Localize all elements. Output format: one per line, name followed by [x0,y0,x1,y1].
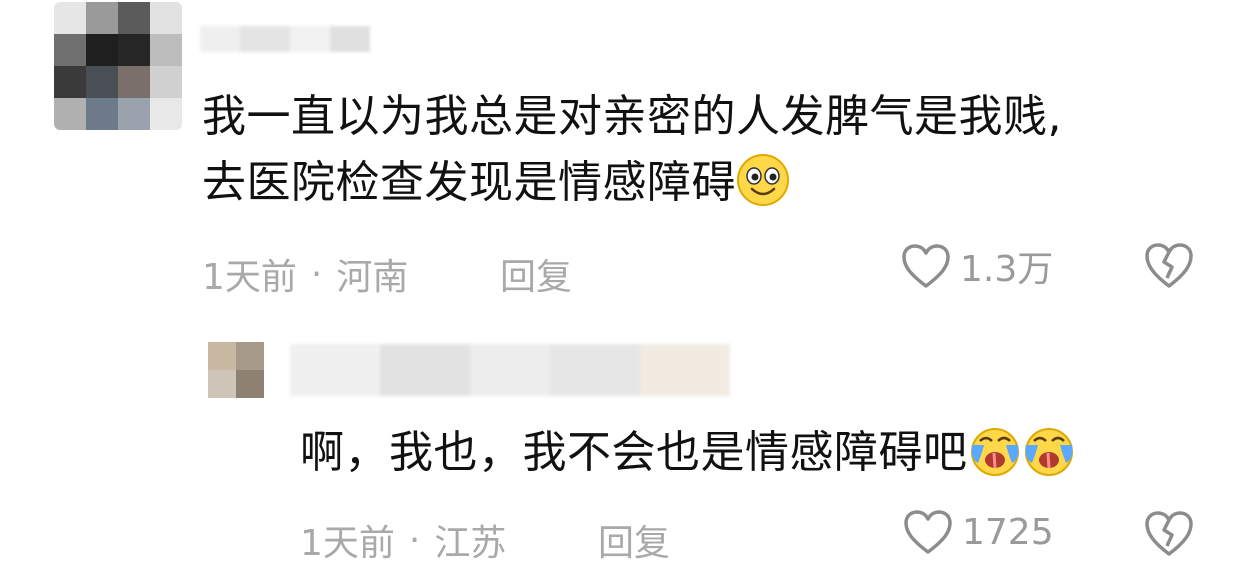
heart-outline-icon [902,244,950,288]
username-blurred[interactable] [200,26,370,52]
comment-meta: 1天前 · 江苏 [300,514,506,566]
broken-heart-icon[interactable] [1142,508,1196,558]
heart-outline-icon [904,510,952,554]
like-count: 1.3万 [960,249,1054,290]
avatar[interactable] [54,2,182,130]
like-button[interactable]: 1725 [902,508,1054,556]
crying-emoji-icon [1024,428,1073,476]
reply-button[interactable]: 回复 [598,514,670,566]
crying-emoji-icon [970,428,1019,476]
username-blurred[interactable] [290,344,730,396]
separator-dot: · [310,253,323,295]
comment-text: 啊，我也，我不会也是情感障碍吧 [300,422,1076,484]
comment-time: 1天前 [202,257,297,298]
comment-time: 1天前 [300,523,395,564]
comment-item: 我一直以为我总是对亲密的人发脾气是我贱, 去医院检查发现是情感障碍 1天前 · … [0,0,1260,300]
comment-meta: 1天前 · 河南 [202,248,408,300]
smile-emoji-icon [737,154,789,206]
comment-text: 去医院检查发现是情感障碍 [202,152,790,214]
comment-location: 河南 [336,257,409,298]
like-button[interactable]: 1.3万 [900,240,1053,292]
like-count: 1725 [962,511,1054,553]
comment-text: 我一直以为我总是对亲密的人发脾气是我贱, [202,91,1062,142]
broken-heart-icon[interactable] [1142,240,1196,290]
separator-dot: · [408,519,421,561]
reply-button[interactable]: 回复 [500,248,572,300]
avatar[interactable] [208,342,264,398]
comment-location: 江苏 [434,523,507,564]
